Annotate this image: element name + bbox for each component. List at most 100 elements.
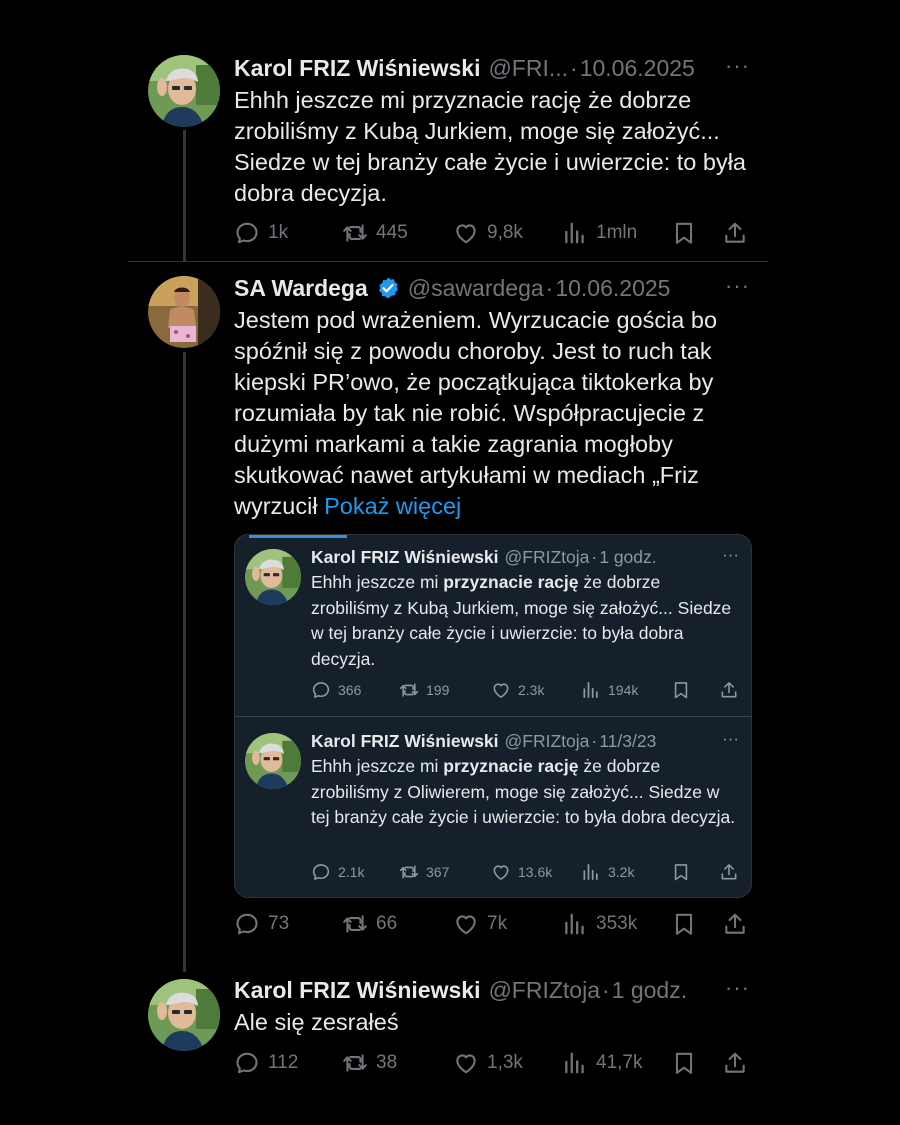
like-count: 2.3k xyxy=(518,682,545,698)
reply-button[interactable]: 112 xyxy=(234,1050,298,1076)
avatar[interactable] xyxy=(148,55,220,127)
tweet-date[interactable]: 10.06.2025 xyxy=(580,55,695,82)
bookmark-icon xyxy=(671,911,697,937)
reply-button: 2.1k xyxy=(311,862,364,882)
like-button: 13.6k xyxy=(491,862,552,882)
reply-icon xyxy=(234,911,260,937)
author-handle[interactable]: @FRIZtoja xyxy=(488,977,600,1004)
like-count: 7k xyxy=(487,913,508,934)
tweet-text: Ehhh jeszcze mi przyznacie rację że dobr… xyxy=(311,756,736,827)
separator-dot: · xyxy=(570,54,578,81)
reply-icon xyxy=(234,220,260,246)
retweet-count: 66 xyxy=(376,913,398,934)
like-icon xyxy=(453,220,479,246)
author-name[interactable]: SA Wardega xyxy=(234,275,368,302)
bookmark-button[interactable] xyxy=(671,220,697,246)
bookmark-button xyxy=(671,680,691,700)
retweet-button[interactable]: 38 xyxy=(342,1050,397,1076)
author-handle: @FRIZtoja xyxy=(504,730,590,751)
bookmark-button[interactable] xyxy=(671,1050,697,1076)
author-name: Karol FRIZ Wiśniewski xyxy=(311,730,499,751)
like-icon xyxy=(491,862,511,882)
bookmark-icon xyxy=(671,680,691,700)
more-icon[interactable]: ··· xyxy=(725,975,750,1001)
views-count: 1mln xyxy=(596,222,638,243)
views-icon xyxy=(562,220,588,246)
views-button[interactable]: 1mln xyxy=(562,220,637,246)
views-icon xyxy=(581,862,601,882)
bookmark-button[interactable] xyxy=(671,911,697,937)
retweet-button[interactable]: 66 xyxy=(342,911,397,937)
like-count: 1,3k xyxy=(487,1052,523,1073)
author-handle[interactable]: @FRI... xyxy=(488,55,568,82)
views-count: 353k xyxy=(596,913,638,934)
more-icon[interactable]: ··· xyxy=(725,53,750,79)
quoted-tweet[interactable]: Karol FRIZ Wiśniewski @FRIZtoja · 1 godz… xyxy=(235,535,751,715)
retweet-icon xyxy=(342,1050,368,1076)
like-button[interactable]: 7k xyxy=(453,911,507,937)
avatar[interactable] xyxy=(148,979,220,1051)
retweet-button[interactable]: 445 xyxy=(342,220,408,246)
separator-dot: · xyxy=(591,546,598,567)
author-name: Karol FRIZ Wiśniewski xyxy=(311,546,499,567)
avatar xyxy=(245,733,301,789)
bookmark-button xyxy=(671,862,691,882)
reply-count: 112 xyxy=(268,1052,299,1073)
reply-icon xyxy=(234,1050,260,1076)
like-button: 2.3k xyxy=(491,680,544,700)
bookmark-icon xyxy=(671,220,697,246)
tweet-text: Jestem pod wrażeniem. Wyrzucacie gościa … xyxy=(234,307,718,519)
avatar xyxy=(245,549,301,605)
show-more-link[interactable]: Pokaż więcej xyxy=(324,493,461,519)
verified-badge-icon[interactable] xyxy=(376,276,400,300)
views-button[interactable]: 353k xyxy=(562,911,637,937)
quoted-tweet[interactable]: Karol FRIZ Wiśniewski @FRIZtoja · 11/3/2… xyxy=(235,719,751,897)
share-button xyxy=(719,680,739,700)
like-button[interactable]: 1,3k xyxy=(453,1050,523,1076)
share-button[interactable] xyxy=(722,220,748,246)
views-button: 194k xyxy=(581,680,638,700)
tweet-date[interactable]: 1 godz. xyxy=(612,977,687,1004)
share-icon xyxy=(719,862,739,882)
views-icon xyxy=(581,680,601,700)
retweet-icon xyxy=(399,862,419,882)
separator-dot: · xyxy=(601,976,610,1003)
like-icon xyxy=(491,680,511,700)
avatar[interactable] xyxy=(148,276,220,348)
author-name[interactable]: Karol FRIZ Wiśniewski xyxy=(234,55,480,82)
reply-icon xyxy=(311,862,331,882)
views-count: 194k xyxy=(608,682,639,698)
quoted-screenshot[interactable]: Karol FRIZ Wiśniewski @FRIZtoja · 1 godz… xyxy=(234,534,752,898)
retweet-count: 445 xyxy=(376,222,408,243)
reply-button[interactable]: 73 xyxy=(234,911,289,937)
divider xyxy=(235,716,751,717)
author-handle[interactable]: @sawardega xyxy=(408,275,544,302)
views-icon xyxy=(562,1050,588,1076)
like-count: 13.6k xyxy=(518,864,553,880)
more-icon[interactable]: ··· xyxy=(725,273,750,299)
reply-button[interactable]: 1k xyxy=(234,220,288,246)
share-button[interactable] xyxy=(722,911,748,937)
views-button[interactable]: 41,7k xyxy=(562,1050,642,1076)
like-button[interactable]: 9,8k xyxy=(453,220,523,246)
tweet-text: Ehhh jeszcze mi przyznacie rację że dobr… xyxy=(234,87,746,206)
divider xyxy=(128,261,768,262)
retweet-icon xyxy=(399,680,419,700)
separator-dot: · xyxy=(591,730,598,751)
tweet[interactable]: Karol FRIZ Wiśniewski @FRI... · 10.06.20… xyxy=(148,53,768,253)
tweet-text: Ale się zesrałeś xyxy=(234,1009,399,1035)
views-count: 3.2k xyxy=(608,864,635,880)
share-icon xyxy=(719,680,739,700)
share-button[interactable] xyxy=(722,1050,748,1076)
views-icon xyxy=(562,911,588,937)
tweet-date: 11/3/23 xyxy=(599,730,657,751)
reply-count: 366 xyxy=(338,682,362,698)
share-button xyxy=(719,862,739,882)
author-handle: @FRIZtoja xyxy=(504,546,590,567)
tweet[interactable]: Karol FRIZ Wiśniewski @FRIZtoja · 1 godz… xyxy=(148,975,768,1085)
retweet-button: 367 xyxy=(399,862,449,882)
author-name[interactable]: Karol FRIZ Wiśniewski xyxy=(234,977,480,1004)
more-icon: ··· xyxy=(722,729,739,748)
separator-dot: · xyxy=(545,274,554,301)
tweet-date[interactable]: 10.06.2025 xyxy=(555,275,670,302)
